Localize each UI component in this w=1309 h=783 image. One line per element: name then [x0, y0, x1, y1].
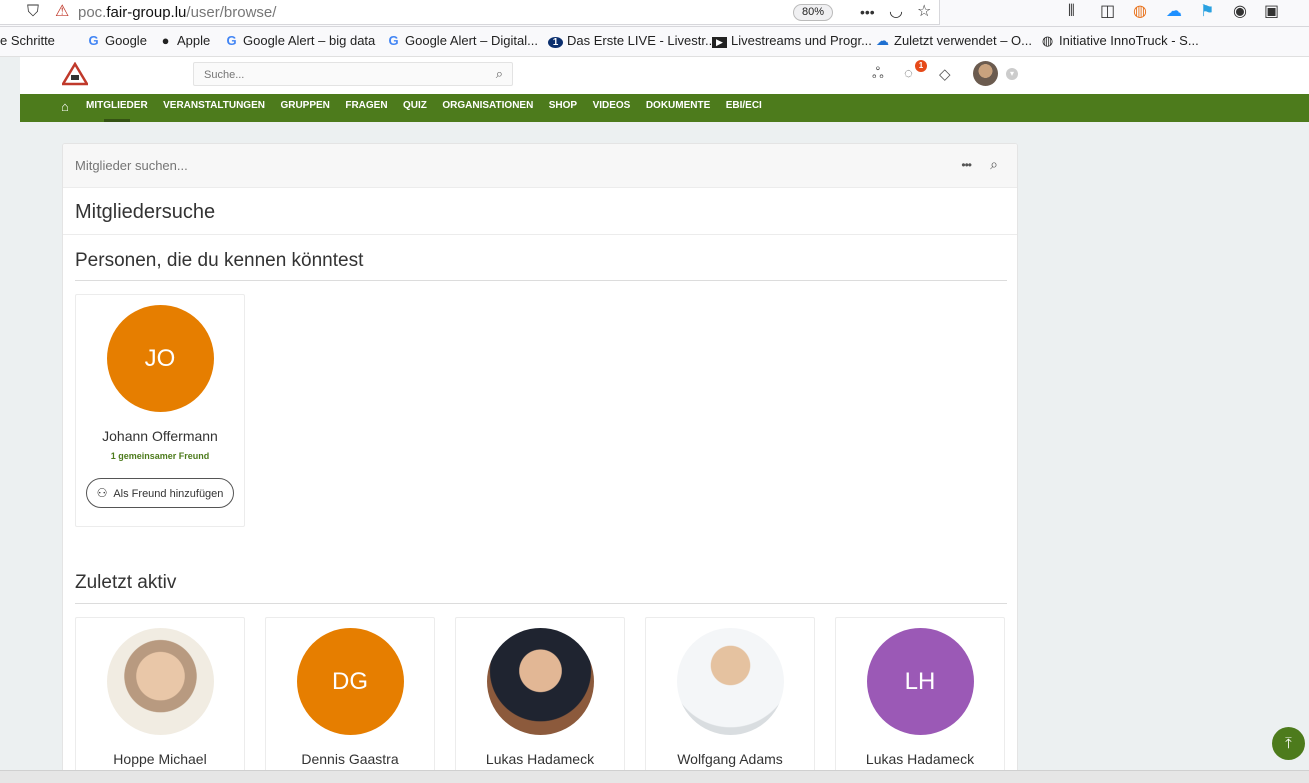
bookmark-item[interactable]: ☁ Zuletzt verwendet – O...: [875, 33, 1032, 49]
notification-badge: 1: [915, 60, 927, 72]
livestream-icon: ▶: [712, 37, 727, 48]
search-icon[interactable]: ⌕: [496, 66, 503, 82]
member-search-input[interactable]: [63, 144, 763, 187]
arrow-up-icon: ⤒: [1285, 735, 1292, 752]
extension-bird-icon[interactable]: ⚑: [1200, 2, 1214, 22]
nav-item-mitglieder[interactable]: MITGLIEDER: [86, 94, 148, 122]
avatar[interactable]: [106, 628, 214, 735]
main-nav: ⌂ MITGLIEDER VERANSTALTUNGEN GRUPPEN FRA…: [20, 94, 1309, 122]
bookmark-item[interactable]: ● Apple: [158, 33, 211, 48]
library-icon[interactable]: ⫴: [1068, 2, 1075, 22]
nav-item-quiz[interactable]: QUIZ: [403, 94, 427, 118]
page-title: Mitgliedersuche: [75, 201, 216, 223]
url-bar[interactable]: ⛉ ⚠ poc.fair-group.lu/user/browse/ 80% •…: [0, 0, 940, 25]
add-user-icon: ⚇: [96, 486, 108, 500]
suggestions-heading: Personen, die du kennen könntest: [75, 250, 364, 271]
more-actions-icon[interactable]: •••: [860, 2, 875, 22]
insecure-lock-icon[interactable]: ⚠: [55, 2, 69, 22]
nav-item-veranstaltungen[interactable]: VERANSTALTUNGEN: [163, 94, 265, 118]
chevron-down-icon[interactable]: ▾: [1006, 68, 1018, 80]
nav-item-ebi-eci[interactable]: EBI/ECI: [726, 94, 762, 118]
members-panel: ••• ⌕ Mitgliedersuche Personen, die du k…: [62, 143, 1018, 783]
apple-icon: ●: [161, 33, 170, 48]
pocket-icon[interactable]: ◡: [889, 2, 903, 22]
bookmark-item[interactable]: G Google Alert – big data: [224, 33, 375, 48]
bookmark-item[interactable]: ▶ Livestreams und Progr...: [712, 33, 872, 48]
messages-icon[interactable]: ◌: [904, 65, 913, 82]
member-card: Wolfgang Adams: [645, 617, 815, 782]
url-text[interactable]: poc.fair-group.lu/user/browse/: [78, 4, 276, 21]
google-icon: G: [88, 33, 99, 48]
site-header: ⌕ ஃ ◌ 1 ◇ ▾: [20, 57, 1309, 94]
google-icon: G: [226, 33, 237, 48]
extension-icon[interactable]: ◍: [1133, 2, 1147, 22]
suggestion-card: JO Johann Offermann 1 gemeinsamer Freund…: [75, 294, 245, 527]
home-icon[interactable]: ⌂: [61, 99, 69, 114]
avatar[interactable]: [676, 628, 784, 735]
member-card: LH Lukas Hadameck: [835, 617, 1005, 782]
member-name[interactable]: Wolfgang Adams: [646, 751, 814, 767]
member-name[interactable]: Lukas Hadameck: [836, 751, 1004, 767]
divider: [63, 234, 1017, 235]
divider: [75, 280, 1007, 281]
globe-icon: ◍: [1041, 33, 1054, 48]
avatar[interactable]: [486, 628, 594, 735]
browser-toolbar: ⛉ ⚠ poc.fair-group.lu/user/browse/ 80% •…: [0, 0, 1309, 27]
divider: [75, 603, 1007, 604]
member-name[interactable]: Johann Offermann: [76, 428, 244, 444]
avatar[interactable]: DG: [296, 628, 404, 735]
member-name[interactable]: Hoppe Michael: [76, 751, 244, 767]
onedrive-icon: ☁: [876, 33, 889, 48]
member-name[interactable]: Lukas Hadameck: [456, 751, 624, 767]
nav-item-dokumente[interactable]: DOKUMENTE: [646, 94, 710, 118]
global-search-input[interactable]: [194, 63, 474, 87]
member-card: DG Dennis Gaastra: [265, 617, 435, 782]
avatar[interactable]: LH: [866, 628, 974, 735]
add-friend-button[interactable]: ⚇ Als Freund hinzufügen: [85, 478, 235, 508]
das-erste-icon: 1: [548, 37, 563, 48]
bookmark-item[interactable]: G Google: [86, 33, 146, 48]
site-logo-icon[interactable]: [62, 62, 88, 86]
global-search[interactable]: ⌕: [193, 62, 513, 87]
google-icon: G: [388, 33, 399, 48]
avatar[interactable]: JO: [106, 305, 214, 412]
nav-item-gruppen[interactable]: GRUPPEN: [280, 94, 329, 118]
bookmark-item[interactable]: 1 Das Erste LIVE - Livestr...: [548, 33, 716, 48]
recent-heading: Zuletzt aktiv: [75, 572, 177, 593]
sidebar-icon[interactable]: ◫: [1100, 2, 1115, 22]
search-icon[interactable]: ⌕: [990, 156, 998, 173]
notifications-bell-icon[interactable]: ◇: [939, 65, 951, 83]
shield-icon[interactable]: ⛉: [27, 2, 39, 22]
member-card: Hoppe Michael: [75, 617, 245, 782]
more-options-icon[interactable]: •••: [961, 158, 972, 172]
mutual-friends: 1 gemeinsamer Freund: [110, 451, 210, 461]
account-icon[interactable]: ◉: [1233, 2, 1247, 22]
bookmark-star-icon[interactable]: ☆: [917, 2, 931, 22]
nav-item-organisationen[interactable]: ORGANISATIONEN: [442, 94, 533, 118]
status-strip: [0, 770, 1309, 783]
bookmark-item[interactable]: G Google Alert – Digital...: [386, 33, 538, 48]
nav-item-fragen[interactable]: FRAGEN: [345, 94, 387, 118]
friends-icon[interactable]: ஃ: [872, 65, 884, 84]
nav-item-videos[interactable]: VIDEOS: [593, 94, 631, 118]
bookmarks-bar: e Schritte G Google ● Apple G Google Alert …: [0, 27, 1309, 57]
nav-item-shop[interactable]: SHOP: [549, 94, 577, 118]
cloud-icon[interactable]: ☁: [1166, 2, 1182, 22]
user-avatar[interactable]: [973, 61, 998, 86]
extension-box-icon[interactable]: ▣: [1264, 2, 1279, 22]
zoom-level[interactable]: 80%: [793, 4, 833, 21]
bookmark-item[interactable]: e Schritte: [0, 33, 55, 48]
scroll-to-top-button[interactable]: ⤒: [1272, 727, 1305, 760]
nav-list: MITGLIEDER VERANSTALTUNGEN GRUPPEN FRAGE…: [86, 94, 773, 122]
bookmark-item[interactable]: ◍ Initiative InnoTruck - S...: [1040, 33, 1199, 49]
member-search: ••• ⌕: [63, 144, 1017, 188]
member-name[interactable]: Dennis Gaastra: [266, 751, 434, 767]
member-card: Lukas Hadameck: [455, 617, 625, 782]
